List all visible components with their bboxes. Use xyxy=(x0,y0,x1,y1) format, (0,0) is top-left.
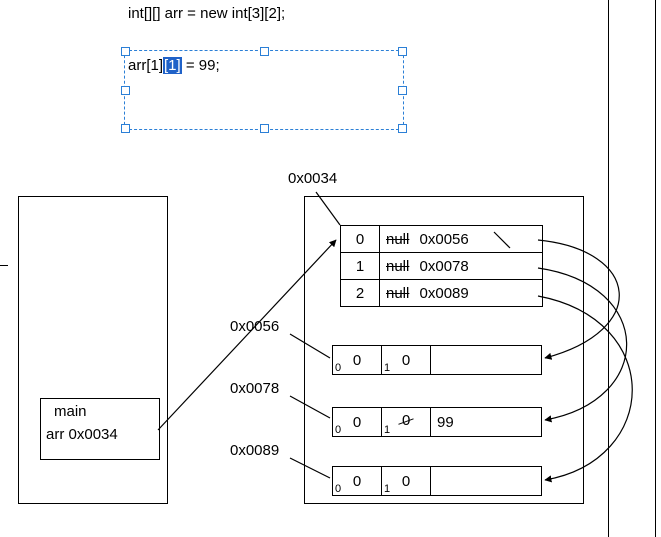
outer-row-2: 2 null 0x0089 xyxy=(341,280,543,307)
cell-old: 0 xyxy=(402,412,410,429)
inner-cell: 1 0 xyxy=(382,467,431,496)
cell-val: 99 xyxy=(431,414,541,431)
stack-frame-label: main xyxy=(54,403,87,420)
resize-handle[interactable] xyxy=(121,47,130,56)
code-post: = 99; xyxy=(182,57,220,74)
outer-addr: 0x0078 xyxy=(420,258,469,275)
resize-handle[interactable] xyxy=(121,86,130,95)
inner-cell-spacer: 99 xyxy=(431,408,542,437)
outer-row-1: 1 null 0x0078 xyxy=(341,253,543,280)
outer-idx: 1 xyxy=(341,253,380,280)
right-frame-line xyxy=(608,0,609,537)
cell-idx: 1 xyxy=(384,362,390,374)
outer-old: null xyxy=(386,258,409,275)
outer-addr: 0x0089 xyxy=(420,285,469,302)
left-border-tick xyxy=(0,265,8,266)
cell-idx: 1 xyxy=(384,424,390,436)
inner-cell-spacer xyxy=(431,467,542,496)
outer-val: null 0x0078 xyxy=(380,253,543,280)
resize-handle[interactable] xyxy=(260,47,269,56)
outer-old: null xyxy=(386,285,409,302)
outer-addr: 0x0056 xyxy=(420,231,469,248)
resize-handle[interactable] xyxy=(398,124,407,133)
inner-array-1: 0 0 1 0 99 xyxy=(332,407,542,437)
outer-row-0: 0 null 0x0056 xyxy=(341,226,543,253)
inner-cell: 0 0 xyxy=(333,346,382,375)
cell-idx: 0 xyxy=(335,424,341,436)
inner-cell: 0 0 xyxy=(333,467,382,496)
inner-cell: 1 0 xyxy=(382,408,431,437)
code-declaration: int[][] arr = new int[3][2]; xyxy=(128,5,285,22)
inner-array-2: 0 0 1 0 xyxy=(332,466,542,496)
inner-cell: 1 0 xyxy=(382,346,431,375)
inner-array-0: 0 0 1 0 xyxy=(332,345,542,375)
code-highlight: [1] xyxy=(163,57,182,74)
code-assignment: arr[1][1] = 99; xyxy=(128,57,220,74)
inner-cell: 0 0 xyxy=(333,408,382,437)
resize-handle[interactable] xyxy=(398,47,407,56)
outer-val: null 0x0056 xyxy=(380,226,543,253)
var-name: arr xyxy=(46,426,64,443)
resize-handle[interactable] xyxy=(398,86,407,95)
resize-handle[interactable] xyxy=(121,124,130,133)
right-frame-line-outer xyxy=(655,0,656,537)
outer-idx: 2 xyxy=(341,280,380,307)
inner-cell-spacer xyxy=(431,346,542,375)
cell-idx: 0 xyxy=(335,362,341,374)
code-selection-box[interactable]: arr[1][1] = 99; xyxy=(124,50,404,130)
outer-idx: 0 xyxy=(341,226,380,253)
inner-addr-1: 0x0078 xyxy=(230,380,279,397)
cell-idx: 0 xyxy=(335,483,341,495)
code-pre: arr[1] xyxy=(128,57,163,74)
resize-handle[interactable] xyxy=(260,124,269,133)
outer-val: null 0x0089 xyxy=(380,280,543,307)
heap-outer-addr: 0x0034 xyxy=(288,170,337,187)
var-value: 0x0034 xyxy=(69,426,118,443)
outer-old: null xyxy=(386,231,409,248)
outer-array-table: 0 null 0x0056 1 null 0x0078 2 null 0x008… xyxy=(340,225,543,307)
inner-addr-0: 0x0056 xyxy=(230,318,279,335)
inner-addr-2: 0x0089 xyxy=(230,442,279,459)
stack-var-arr: arr 0x0034 xyxy=(46,426,118,443)
cell-idx: 1 xyxy=(384,483,390,495)
